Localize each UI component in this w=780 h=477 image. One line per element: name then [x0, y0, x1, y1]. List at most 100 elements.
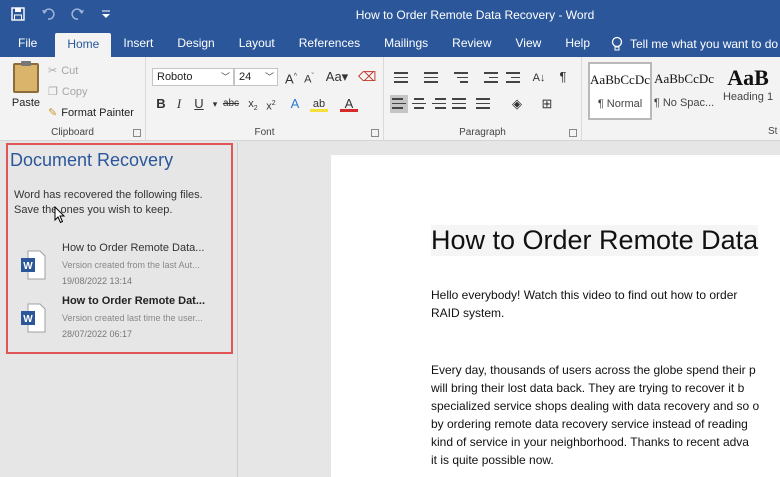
multilevel-list-icon[interactable]	[452, 69, 470, 87]
document-paragraph-line: Every day, thousands of users across the…	[431, 363, 756, 377]
tab-references[interactable]: References	[287, 30, 372, 57]
cut-button[interactable]: ✂ Cut	[48, 64, 79, 78]
clipboard-launcher-icon[interactable]	[133, 129, 141, 137]
clear-formatting-icon[interactable]: ⌫	[358, 68, 376, 86]
chevron-down-icon: ﹀	[264, 72, 274, 82]
highlight-color-button[interactable]: ab	[310, 95, 328, 112]
style-sample: AaBbCcDc	[590, 72, 650, 87]
show-formatting-marks-icon[interactable]: ¶	[554, 68, 572, 86]
recovered-file-name: How to Order Remote Data...	[62, 242, 205, 254]
recovered-file-date: 28/07/2022 06:17	[62, 329, 133, 339]
recovered-file-item[interactable]: W How to Order Remote Dat... Version cre…	[20, 295, 225, 347]
recovered-file-name: How to Order Remote Dat...	[62, 295, 206, 307]
document-paragraph-line: specialized service shops dealing with d…	[431, 399, 760, 413]
tab-help[interactable]: Help	[553, 30, 602, 57]
document-paragraph-line: kind of service in your neighborhood. Th…	[431, 435, 749, 449]
font-color-button[interactable]: A	[340, 95, 358, 112]
document-paragraph-line: by ordering remote data recovery service…	[431, 417, 748, 431]
shrink-font-button[interactable]: Aˇ	[300, 68, 318, 86]
style-normal[interactable]: AaBbCcDc ¶ Normal	[588, 62, 653, 120]
font-size-value: 24	[239, 71, 252, 83]
tab-review[interactable]: Review	[440, 30, 503, 57]
align-right-icon[interactable]	[430, 95, 448, 113]
document-paragraph-line: RAID system.	[431, 306, 505, 320]
document-heading: How to Order Remote Data	[431, 225, 759, 256]
scissors-icon: ✂	[48, 65, 58, 77]
tab-view[interactable]: View	[504, 30, 554, 57]
paragraph-group-label: Paragraph	[459, 127, 506, 138]
chevron-down-icon: ﹀	[220, 72, 230, 82]
recovery-title: Document Recovery	[10, 150, 174, 170]
grow-font-button[interactable]: A^	[282, 68, 300, 86]
text-effects-button[interactable]: A	[286, 95, 304, 113]
sort-icon[interactable]: A↓	[530, 69, 548, 87]
tab-mailings[interactable]: Mailings	[372, 30, 440, 57]
clipboard-icon	[13, 61, 39, 93]
paste-button[interactable]: Paste	[8, 61, 44, 117]
bullets-icon[interactable]	[392, 69, 410, 87]
strikethrough-button[interactable]: abc	[220, 95, 242, 113]
ribbon-tabs: File Home Insert Design Layout Reference…	[0, 30, 780, 57]
italic-button[interactable]: I	[170, 95, 188, 113]
styles-group-label: St	[768, 126, 778, 137]
document-paragraph-line: Hello everybody! Watch this video to fin…	[431, 288, 738, 302]
svg-text:W: W	[23, 314, 33, 325]
tab-layout[interactable]: Layout	[227, 30, 287, 57]
format-painter-label: Format Painter	[61, 106, 134, 119]
recovered-file-detail: Version created last time the user...	[62, 313, 203, 323]
style-sample: AaBbCcDc	[654, 71, 714, 86]
tab-design[interactable]: Design	[165, 30, 226, 57]
cut-label: Cut	[61, 64, 79, 77]
style-no-spacing[interactable]: AaBbCcDc ¶ No Spac...	[652, 62, 716, 120]
borders-icon[interactable]: ⊞	[538, 95, 556, 113]
window-title: How to Order Remote Data Recovery - Word	[355, 8, 595, 22]
document-area: How to Order Remote Data Hello everybody…	[239, 142, 780, 477]
format-painter-button[interactable]: ✎ Format Painter	[48, 106, 134, 120]
document-paragraph-line: it is quite possible now.	[431, 453, 554, 467]
style-name: Heading 1	[722, 91, 774, 103]
paintbrush-icon: ✎	[48, 107, 58, 119]
lightbulb-icon	[611, 36, 623, 50]
decrease-indent-icon[interactable]	[482, 69, 500, 87]
style-heading-1[interactable]: AaB Heading 1	[716, 62, 780, 120]
superscript-button[interactable]: x2	[262, 95, 280, 113]
recovery-description-line: Save the ones you wish to keep.	[14, 204, 173, 216]
justify-icon[interactable]	[450, 95, 468, 113]
style-name: ¶ No Spac...	[653, 97, 715, 109]
increase-indent-icon[interactable]	[504, 69, 522, 87]
copy-button[interactable]: ❐ Copy	[48, 85, 88, 99]
ribbon: Paste ✂ Cut ❐ Copy ✎ Format Painter Clipboa…	[0, 57, 780, 141]
change-case-button[interactable]: Aa▾	[324, 68, 350, 86]
paragraph-launcher-icon[interactable]	[569, 129, 577, 137]
bold-button[interactable]: B	[152, 95, 170, 113]
font-group-label: Font	[254, 127, 275, 138]
align-center-icon[interactable]	[410, 95, 428, 113]
subscript-button[interactable]: x2	[244, 95, 262, 113]
clipboard-group: Paste ✂ Cut ❐ Copy ✎ Format Painter Clipboa…	[0, 57, 146, 141]
paste-label: Paste	[11, 97, 41, 109]
font-family-value: Roboto	[157, 71, 193, 83]
recovery-description: Word has recovered the following files. …	[14, 188, 224, 218]
title-bar: How to Order Remote Data Recovery - Word	[0, 0, 780, 30]
font-size-select[interactable]: 24 ﹀	[234, 68, 278, 86]
document-page[interactable]: How to Order Remote Data Hello everybody…	[331, 155, 780, 477]
tab-insert[interactable]: Insert	[111, 30, 165, 57]
svg-text:W: W	[23, 261, 33, 272]
tab-home[interactable]: Home	[55, 33, 112, 57]
tell-me-search[interactable]: Tell me what you want to do	[602, 30, 778, 57]
font-family-select[interactable]: Roboto ﹀	[152, 68, 234, 86]
line-spacing-icon[interactable]	[474, 95, 492, 113]
shading-icon[interactable]: ◈	[508, 95, 526, 113]
style-sample: AaB	[727, 65, 769, 90]
copy-label: Copy	[61, 85, 88, 98]
tab-file[interactable]: File	[0, 30, 55, 57]
align-left-icon[interactable]	[390, 95, 408, 113]
recovery-description-line: Word has recovered the following files.	[14, 189, 203, 201]
font-launcher-icon[interactable]	[371, 129, 379, 137]
recovered-file-date: 19/08/2022 13:14	[62, 276, 133, 286]
numbering-icon[interactable]	[422, 69, 440, 87]
recovered-file-item[interactable]: W How to Order Remote Data... Version cr…	[20, 242, 225, 294]
document-paragraph-line: will bring their lost data back. They ar…	[431, 381, 745, 395]
style-name: ¶ Normal	[597, 98, 643, 110]
paragraph-group: A↓ ¶ ◈ ⊞ Paragraph	[384, 57, 582, 141]
